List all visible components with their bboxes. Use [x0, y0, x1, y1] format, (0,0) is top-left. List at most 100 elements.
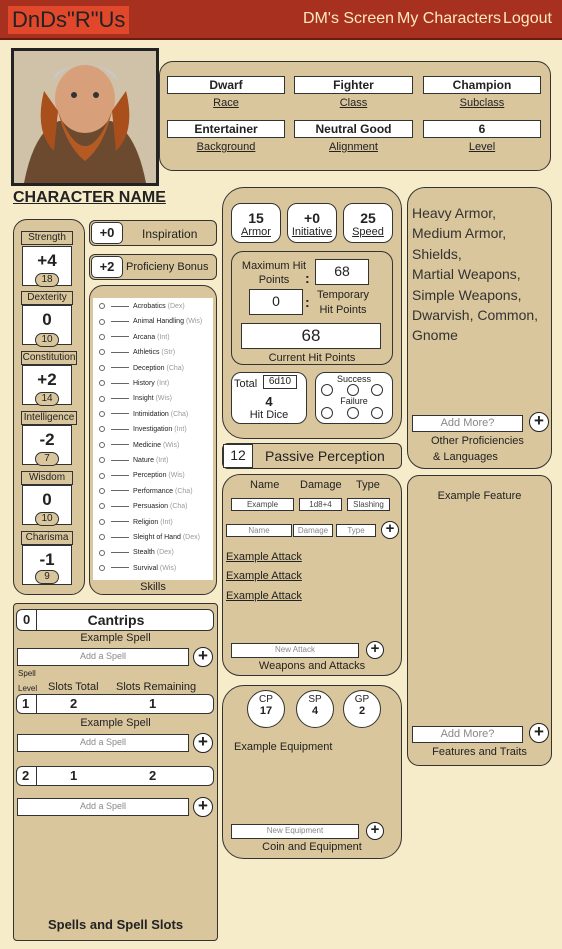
background-field[interactable]: Entertainer	[167, 120, 285, 138]
character-name[interactable]: CHARACTER NAME	[13, 189, 166, 207]
skill-proficiency-radio[interactable]	[99, 395, 105, 402]
skill-row[interactable]: Acrobatics (Dex)	[93, 302, 185, 313]
skill-proficiency-radio[interactable]	[99, 410, 105, 417]
coin-cp[interactable]: CP 17	[247, 690, 285, 728]
coin-sp[interactable]: SP 4	[296, 690, 334, 728]
initiative-box[interactable]: +0 Initiative	[287, 203, 337, 243]
attack-link-1[interactable]: Example Attack	[226, 551, 302, 563]
skill-row[interactable]: Intimidation (Cha)	[93, 410, 188, 421]
skill-proficiency-radio[interactable]	[99, 472, 105, 479]
attack-name-input[interactable]: Name	[226, 524, 292, 537]
skill-row[interactable]: Deception (Cha)	[93, 364, 184, 375]
skill-proficiency-radio[interactable]	[99, 441, 105, 448]
skill-proficiency-radio[interactable]	[99, 564, 105, 571]
subclass-field[interactable]: Champion	[423, 76, 541, 94]
passive-perception-value[interactable]: 12	[223, 444, 253, 468]
skill-proficiency-radio[interactable]	[99, 457, 105, 464]
skill-row[interactable]: Athletics (Str)	[93, 348, 175, 359]
skill-bonus-field[interactable]	[111, 321, 129, 323]
skill-bonus-field[interactable]	[111, 351, 129, 353]
skill-row[interactable]: Animal Handling (Wis)	[93, 317, 202, 328]
skill-bonus-field[interactable]	[111, 367, 129, 369]
skill-row[interactable]: Persuasion (Cha)	[93, 502, 188, 513]
stat-score-intelligence[interactable]: 7	[35, 452, 59, 466]
hit-dice-total-field[interactable]: 6d10	[263, 375, 297, 389]
nav-logout[interactable]: Logout	[503, 10, 552, 28]
proficiencies-text[interactable]: Heavy Armor, Medium Armor, Shields, Martial…	[412, 203, 550, 346]
add-attack-row-button[interactable]: +	[381, 521, 399, 539]
nav-my-characters[interactable]: My Characters	[397, 10, 501, 28]
add-equipment-button[interactable]: +	[366, 822, 384, 840]
skill-row[interactable]: Survival (Wis)	[93, 564, 176, 575]
attack-damage-input[interactable]: Damage	[293, 524, 333, 537]
brand-logo[interactable]: DnDs"R"Us	[8, 6, 130, 34]
stat-score-constitution[interactable]: 14	[35, 392, 59, 406]
spell-level-1-remaining[interactable]: 1	[149, 696, 156, 711]
skill-proficiency-radio[interactable]	[99, 303, 105, 310]
add-cantrip-input[interactable]: Add a Spell	[17, 648, 189, 666]
add-proficiency-button[interactable]: +	[529, 412, 549, 432]
skill-row[interactable]: Stealth (Dex)	[93, 548, 174, 559]
feature-item[interactable]: Example Feature	[407, 490, 552, 502]
success-check-2[interactable]	[347, 384, 359, 396]
character-portrait[interactable]	[11, 48, 159, 186]
current-hp-field[interactable]: 68	[241, 323, 381, 349]
inspiration-value[interactable]: +0	[91, 222, 123, 244]
skill-proficiency-radio[interactable]	[99, 549, 105, 556]
attack-link-2[interactable]: Example Attack	[226, 570, 302, 582]
skill-bonus-field[interactable]	[111, 428, 129, 430]
skill-row[interactable]: Perception (Wis)	[93, 471, 185, 482]
stat-score-wisdom[interactable]: 10	[35, 512, 59, 526]
new-equipment-input[interactable]: New Equipment	[231, 824, 359, 839]
skill-row[interactable]: History (Int)	[93, 379, 169, 390]
skill-bonus-field[interactable]	[111, 490, 129, 492]
skill-bonus-field[interactable]	[111, 305, 129, 307]
skill-bonus-field[interactable]	[111, 336, 129, 338]
skill-proficiency-radio[interactable]	[99, 318, 105, 325]
armor-box[interactable]: 15 Armor	[231, 203, 281, 243]
equipment-item[interactable]: Example Equipment	[234, 741, 332, 753]
skill-proficiency-radio[interactable]	[99, 426, 105, 433]
skill-row[interactable]: Arcana (Int)	[93, 333, 170, 344]
skill-row[interactable]: Insight (Wis)	[93, 394, 172, 405]
skill-proficiency-radio[interactable]	[99, 487, 105, 494]
skill-row[interactable]: Performance (Cha)	[93, 487, 193, 498]
skill-bonus-field[interactable]	[111, 413, 129, 415]
alignment-field[interactable]: Neutral Good	[294, 120, 413, 138]
level-1-spell[interactable]: Example Spell	[13, 717, 218, 729]
skill-bonus-field[interactable]	[111, 444, 129, 446]
add-attack-button[interactable]: +	[366, 641, 384, 659]
skill-bonus-field[interactable]	[111, 398, 129, 400]
attack-example-type[interactable]: Slashing	[347, 498, 390, 511]
skill-row[interactable]: Sleight of Hand (Dex)	[93, 533, 200, 544]
attack-example-name[interactable]: Example	[231, 498, 294, 511]
skill-row[interactable]: Medicine (Wis)	[93, 441, 179, 452]
coin-gp[interactable]: GP 2	[343, 690, 381, 728]
cantrip-spell[interactable]: Example Spell	[13, 632, 218, 644]
level-field[interactable]: 6	[423, 120, 541, 138]
success-check-1[interactable]	[321, 384, 333, 396]
spell-level-1-total[interactable]: 2	[70, 696, 77, 711]
stat-score-charisma[interactable]: 9	[35, 570, 59, 584]
failure-check-2[interactable]	[347, 407, 359, 419]
hit-dice-value[interactable]: 4	[231, 394, 307, 409]
stat-score-strength[interactable]: 18	[35, 273, 59, 287]
class-field[interactable]: Fighter	[294, 76, 413, 94]
max-hp-field[interactable]: 68	[315, 259, 369, 285]
add-level-2-spell-button[interactable]: +	[193, 797, 213, 817]
add-level-1-spell-button[interactable]: +	[193, 733, 213, 753]
add-feature-input[interactable]: Add More?	[412, 726, 523, 743]
skill-bonus-field[interactable]	[111, 536, 129, 538]
skill-bonus-field[interactable]	[111, 382, 129, 384]
skill-proficiency-radio[interactable]	[99, 349, 105, 356]
skill-bonus-field[interactable]	[111, 459, 129, 461]
skill-proficiency-radio[interactable]	[99, 518, 105, 525]
attack-example-damage[interactable]: 1d8+4	[299, 498, 342, 511]
add-proficiency-input[interactable]: Add More?	[412, 415, 523, 432]
skill-row[interactable]: Nature (Int)	[93, 456, 168, 467]
failure-check-1[interactable]	[321, 407, 333, 419]
skill-proficiency-radio[interactable]	[99, 534, 105, 541]
skill-proficiency-radio[interactable]	[99, 380, 105, 387]
stat-score-dexterity[interactable]: 10	[35, 333, 59, 347]
skill-row[interactable]: Religion (Int)	[93, 518, 173, 529]
